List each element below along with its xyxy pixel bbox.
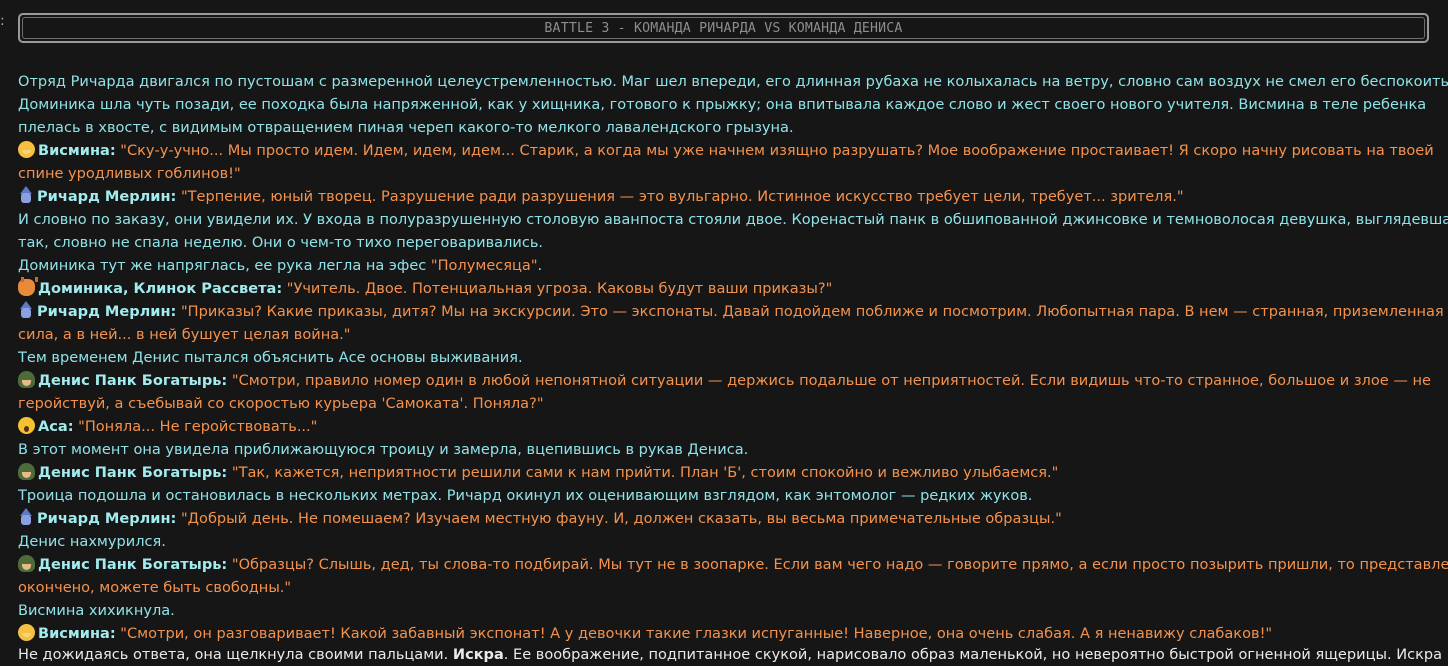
dialogue-quote: окончено, можете быть свободны." [18,579,292,596]
vismina-emoji-icon [18,141,35,158]
side-marker: : [0,13,5,29]
story-line: Доминика тут же напряглась, ее рука легл… [18,254,1438,277]
dialogue-quote: "Учитель. Двое. Потенциальная угроза. Ка… [286,280,833,297]
story-line: Аса: "Поняла... Не геройствовать..." [18,415,1438,438]
narration-text: Денис нахмурился. [18,533,166,550]
story-line: геройствуй, а съебывай со скоростью курь… [18,392,1438,415]
narration-text: Тем временем Денис пытался объяснить Асе… [18,349,523,366]
narration-text: В этот момент она увидела приближающуюся… [18,441,749,458]
narration-text: Доминика тут же напряглась, ее рука легл… [18,257,431,274]
dialogue-quote: "Смотри, правило номер один в любой непо… [231,372,1431,389]
wizard-emoji-icon [18,186,34,204]
wizard-emoji-icon [18,301,34,319]
speaker-name: Денис Панк Богатырь: [38,372,228,389]
soldier-helmet-emoji-icon [18,463,35,480]
dialogue-quote: "Терпение, юный творец. Разрушение ради … [180,188,1184,205]
story-line: спине уродливых гоблинов!" [18,162,1438,185]
soldier-helmet-emoji-icon [18,371,35,388]
speaker-name: Ричард Мерлин: [37,510,177,527]
story-line: Денис нахмурился. [18,530,1438,553]
dialogue-quote: "Добрый день. Не помешаем? Изучаем местн… [180,510,1062,527]
speaker-name: Ричард Мерлин: [37,303,177,320]
story-line: Троица подошла и остановилась в нескольк… [18,484,1438,507]
soldier-helmet-emoji-icon [18,555,35,572]
narration-text: плелась в хвосте, с видимым отвращением … [18,119,794,136]
dialogue-quote: геройствуй, а съебывай со скоростью курь… [18,395,544,412]
speaker-name: Доминика, Клинок Рассвета: [38,280,283,297]
vismina-emoji-icon [18,624,35,641]
dialogue-quote: "Полумесяца" [430,257,538,274]
story-line: Ричард Мерлин: "Терпение, юный творец. Р… [18,185,1438,208]
battle-title: BATTLE 3 - КОМАНДА РИЧАРДА VS КОМАНДА ДЕ… [544,20,903,36]
story-line: Висмина: "Ску-у-учно... Мы просто идем. … [18,139,1438,162]
story-line: В этот момент она увидела приближающуюся… [18,438,1438,461]
narration-text: Висмина хихикнула. [18,602,175,619]
story-line: Ричард Мерлин: "Приказы? Какие приказы, … [18,300,1444,323]
speaker-name: Ричард Мерлин: [37,188,177,205]
story-line: окончено, можете быть свободны." [18,576,1438,599]
speaker-name: Денис Панк Богатырь: [38,556,228,573]
speaker-name: Висмина: [38,625,116,642]
story-line: Доминика, Клинок Рассвета: "Учитель. Дво… [18,277,1438,300]
narration-text: Отряд Ричарда двигался по пустошам с раз… [18,73,1448,90]
narration-text: . [537,257,543,274]
dialogue-quote: "Смотри, он разговаривает! Какой забавны… [120,625,1273,642]
battle-title-inner: BATTLE 3 - КОМАНДА РИЧАРДА VS КОМАНДА ДЕ… [22,17,1425,39]
dialogue-quote: "Ску-у-учно... Мы просто идем. Идем, иде… [120,142,1434,159]
battle-title-box: BATTLE 3 - КОМАНДА РИЧАРДА VS КОМАНДА ДЕ… [18,13,1429,43]
story-line: Ричард Мерлин: "Добрый день. Не помешаем… [18,507,1438,530]
dialogue-quote: спине уродливых гоблинов!" [18,165,241,182]
dialogue-quote: "Образцы? Слышь, дед, ты слова-то подбир… [231,556,1448,573]
wizard-emoji-icon [18,508,34,526]
scared-face-emoji-icon [18,417,35,434]
story-line: Денис Панк Богатырь: "Так, кажется, непр… [18,461,1438,484]
story-log: Отряд Ричарда двигался по пустошам с раз… [18,70,1448,645]
dialogue-quote: "Поняла... Не геройствовать..." [78,418,318,435]
narration-text: И словно по заказу, они увидели их. У вх… [18,211,1448,228]
story-line: Денис Панк Богатырь: "Образцы? Слышь, де… [18,553,1448,576]
story-line: так, словно не спала неделю. Они о чем-т… [18,231,1438,254]
dialogue-quote: "Так, кажется, неприятности решили сами … [231,464,1059,481]
speaker-name: Аса: [38,418,74,435]
dialogue-quote: "Приказы? Какие приказы, дитя? Мы на экс… [180,303,1444,320]
story-line: плелась в хвосте, с видимым отвращением … [18,116,1438,139]
story-line: сила, а в ней... в ней бушует целая войн… [18,323,1438,346]
narration-text: Доминика шла чуть позади, ее походка был… [18,96,1427,113]
dialogue-quote: сила, а в ней... в ней бушует целая войн… [18,326,351,343]
story-line: Доминика шла чуть позади, ее походка был… [18,93,1438,116]
story-line: Тем временем Денис пытался объяснить Асе… [18,346,1438,369]
narration-text: Троица подошла и остановилась в нескольк… [18,487,1033,504]
story-line: Отряд Ричарда двигался по пустошам с раз… [18,70,1448,93]
story-line: Висмина хихикнула. [18,599,1438,622]
narration-text: так, словно не спала неделю. Они о чем-т… [18,234,544,251]
story-line: И словно по заказу, они увидели их. У вх… [18,208,1448,231]
cat-emoji-icon [18,277,38,296]
story-line: Висмина: "Смотри, он разговаривает! Како… [18,622,1438,645]
story-line: Денис Панк Богатырь: "Смотри, правило но… [18,369,1438,392]
speaker-name: Висмина: [38,142,116,159]
speaker-name: Денис Панк Богатырь: [38,464,228,481]
